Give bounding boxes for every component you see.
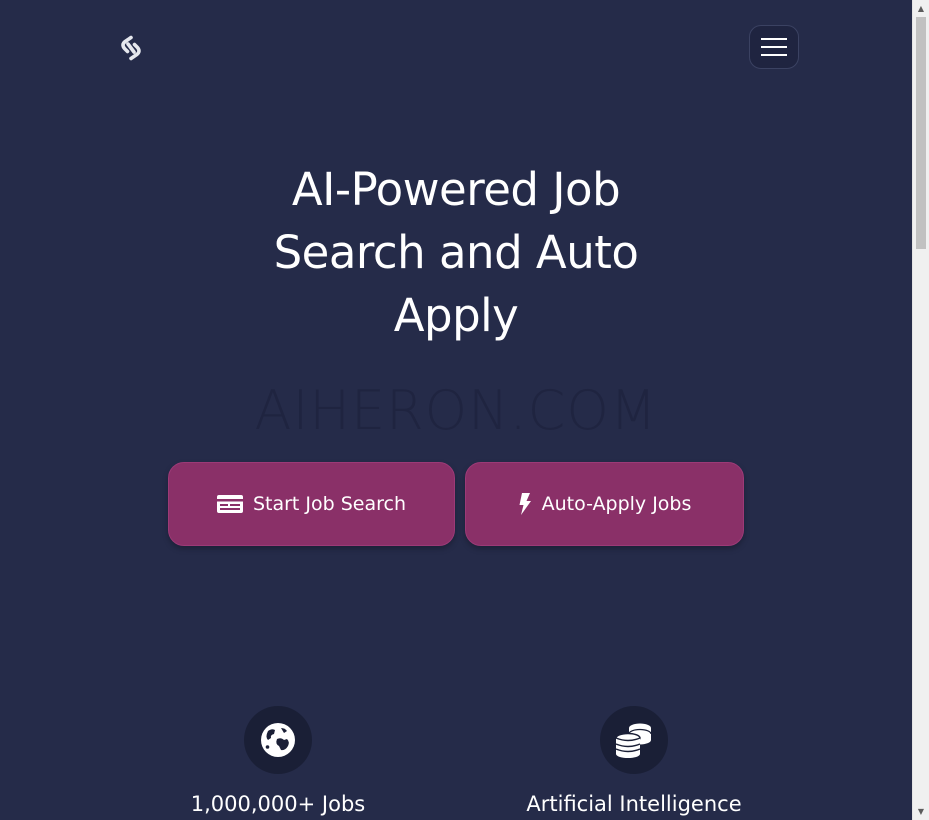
coins-stack-icon xyxy=(615,723,652,758)
menu-toggle-button[interactable] xyxy=(749,25,799,69)
feature-icon-circle xyxy=(600,706,668,774)
lightning-bolt-icon xyxy=(519,493,531,515)
vertical-scrollbar[interactable]: ▲ ▼ xyxy=(912,0,929,820)
hamburger-menu-icon xyxy=(761,38,787,56)
title-line: AI-Powered Job xyxy=(291,163,621,216)
feature-ai: Artificial Intelligence xyxy=(484,706,784,818)
button-label: Auto-Apply Jobs xyxy=(541,493,692,515)
start-job-search-button[interactable]: Start Job Search xyxy=(168,462,455,546)
feature-jobs: 1,000,000+ Jobs xyxy=(128,706,428,818)
feature-label: 1,000,000+ Jobs xyxy=(190,792,366,816)
scroll-up-arrow-icon[interactable]: ▲ xyxy=(913,0,929,17)
page-title: AI-Powered Job Search and Auto Apply xyxy=(206,158,706,347)
title-line: Search and Auto xyxy=(273,226,639,279)
title-line: Apply xyxy=(393,289,519,342)
feature-icon-circle xyxy=(244,706,312,774)
scrollbar-thumb[interactable] xyxy=(916,17,926,249)
site-watermark: AIHERON.COM xyxy=(254,379,658,442)
link-logo-icon xyxy=(121,35,141,61)
auto-apply-jobs-button[interactable]: Auto-Apply Jobs xyxy=(465,462,744,546)
feature-label: Artificial Intelligence xyxy=(526,792,742,816)
page: AI-Powered Job Search and Auto Apply AIH… xyxy=(0,0,929,820)
button-label: Start Job Search xyxy=(252,493,407,515)
site-logo[interactable] xyxy=(115,32,147,64)
card-list-icon xyxy=(216,495,243,513)
scroll-down-arrow-icon[interactable]: ▼ xyxy=(913,803,929,820)
globe-icon xyxy=(261,723,295,757)
